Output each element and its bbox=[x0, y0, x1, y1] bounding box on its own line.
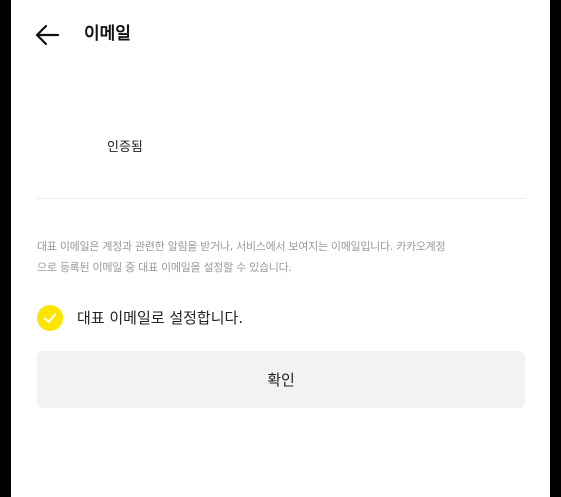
notice-line: 으로 등록된 이메일 중 대표 이메일을 설정할 수 있습니다. bbox=[37, 261, 292, 274]
checkbox-checked[interactable] bbox=[37, 305, 63, 331]
email-settings-screen: 이메일 인증됨 대표 이메일은 계정과 관련한 알림을 받거나, 서비스에서 보… bbox=[11, 0, 550, 497]
notice-line: 대표 이메일은 계정과 관련한 알림을 받거나, 서비스에서 보여지는 이메일입… bbox=[37, 240, 446, 253]
primary-email-notice: 대표 이메일은 계정과 관련한 알림을 받거나, 서비스에서 보여지는 이메일입… bbox=[37, 236, 527, 278]
checkbox-label[interactable]: 대표 이메일로 설정합니다. bbox=[77, 306, 243, 330]
check-icon bbox=[43, 313, 57, 324]
confirm-button[interactable]: 확인 bbox=[37, 351, 525, 408]
page-title: 이메일 bbox=[84, 24, 131, 44]
header: 이메일 bbox=[11, 0, 550, 68]
back-button[interactable] bbox=[33, 20, 63, 50]
arrow-left-icon bbox=[35, 24, 60, 46]
email-item: 인증됨 bbox=[37, 118, 525, 199]
set-primary-email-checkbox[interactable]: 대표 이메일로 설정합니다. bbox=[37, 304, 243, 332]
verified-status: 인증됨 bbox=[107, 140, 143, 155]
